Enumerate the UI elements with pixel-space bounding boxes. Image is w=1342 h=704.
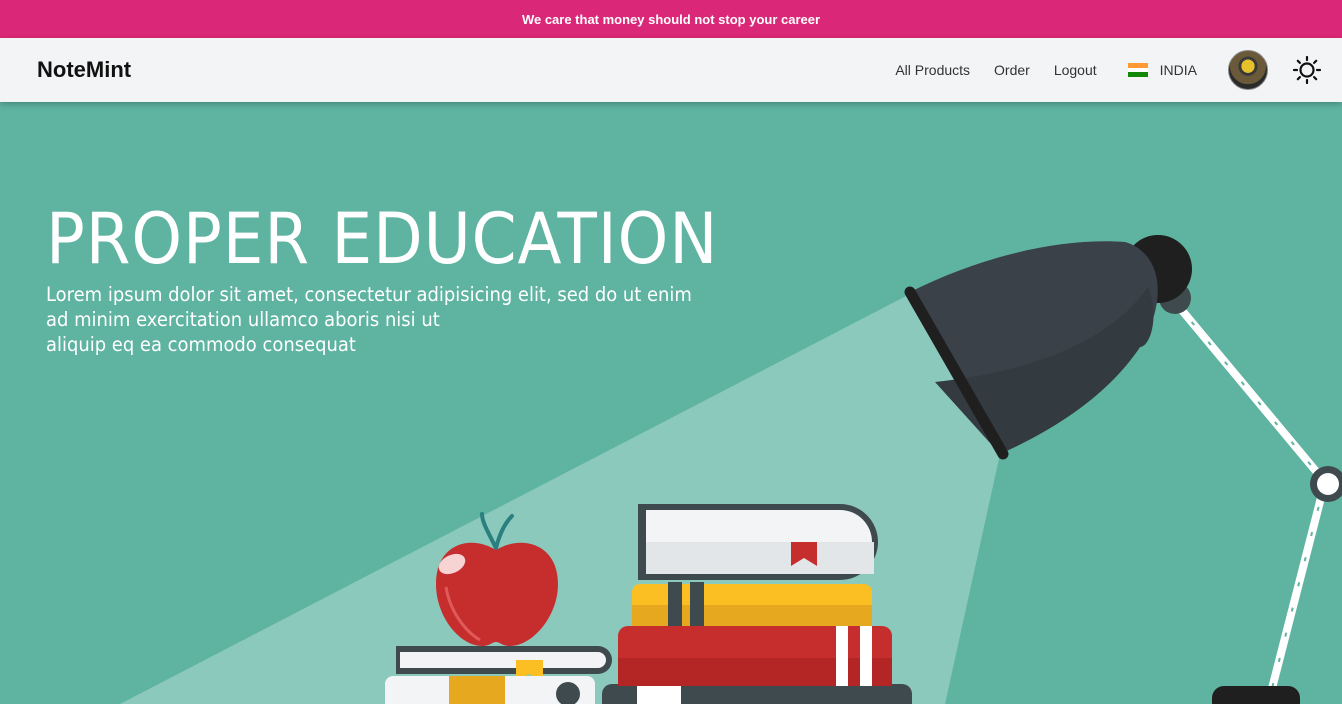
country-selector[interactable]: INDIA xyxy=(1127,62,1197,78)
nav-order[interactable]: Order xyxy=(994,62,1030,78)
announcement-bar: We care that money should not stop your … xyxy=(0,0,1342,38)
navbar: NoteMint All Products Order Logout INDIA xyxy=(0,38,1342,102)
brand-logo[interactable]: NoteMint xyxy=(37,57,871,83)
lamp-base xyxy=(1212,686,1300,704)
hero-description-line: Lorem ipsum dolor sit amet, consectetur … xyxy=(46,283,692,306)
back-book-stack xyxy=(602,504,912,704)
hero-description: Lorem ipsum dolor sit amet, consectetur … xyxy=(46,282,692,357)
hero-title: PROPER EDUCATION xyxy=(46,198,719,280)
lamp-arm xyxy=(1171,299,1329,704)
hero-description-line: ad minim exercitation ullamco aboris nis… xyxy=(46,308,440,331)
sun-icon xyxy=(1292,55,1322,85)
india-flag-icon xyxy=(1127,63,1148,78)
nav-logout[interactable]: Logout xyxy=(1054,62,1097,78)
theme-toggle-button[interactable] xyxy=(1290,53,1324,87)
user-avatar[interactable] xyxy=(1228,50,1268,90)
hero-description-line: aliquip eq ea commodo consequat xyxy=(46,333,356,356)
hero-illustration xyxy=(120,235,1342,704)
nav-all-products[interactable]: All Products xyxy=(895,62,970,78)
hero-section: PROPER EDUCATION Lorem ipsum dolor sit a… xyxy=(0,102,1342,704)
country-label: INDIA xyxy=(1159,62,1197,78)
announcement-text: We care that money should not stop your … xyxy=(521,11,821,27)
